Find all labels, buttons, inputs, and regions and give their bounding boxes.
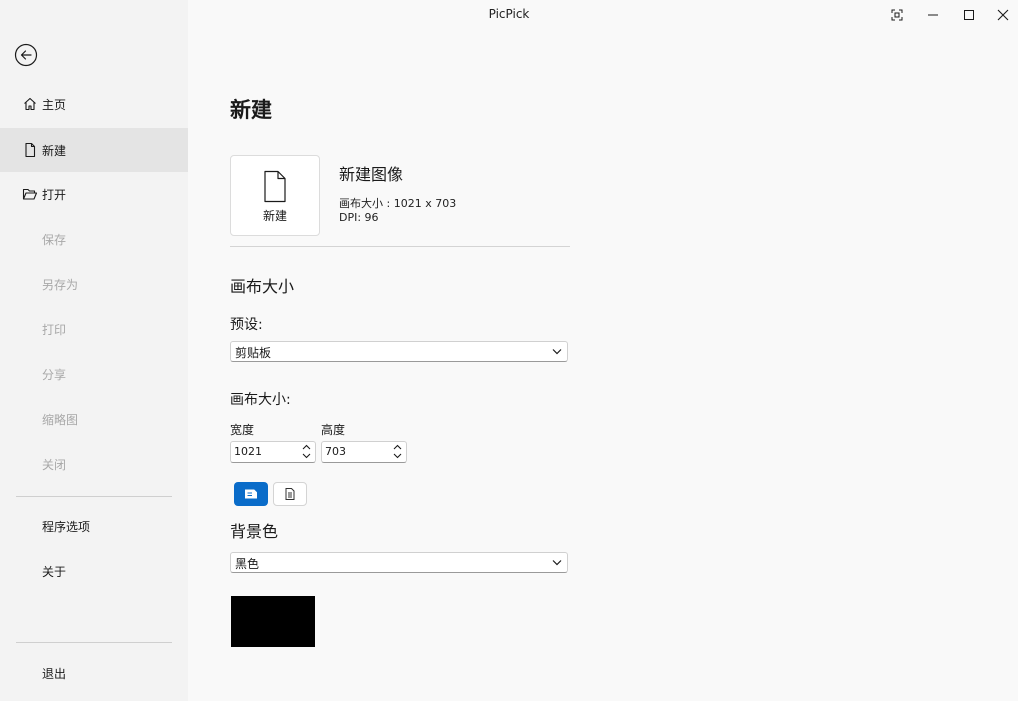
new-image-title: 新建图像 xyxy=(339,165,404,184)
maximize-icon xyxy=(964,10,974,20)
sidebar-item-label: 分享 xyxy=(42,367,67,382)
sidebar-item-exit[interactable]: 退出 xyxy=(0,651,188,695)
sidebar-item-label: 新建 xyxy=(42,143,67,158)
chevron-up-icon[interactable] xyxy=(393,444,402,450)
sidebar-item-label: 退出 xyxy=(42,666,67,681)
sidebar-item-label: 关闭 xyxy=(42,457,67,472)
close-button[interactable] xyxy=(987,0,1018,30)
chevron-down-icon[interactable] xyxy=(302,453,311,459)
height-label: 高度 xyxy=(321,423,346,437)
folder-open-icon xyxy=(22,188,38,200)
screen-capture-icon xyxy=(891,9,903,21)
chevron-down-icon xyxy=(552,349,562,355)
chevron-down-icon[interactable] xyxy=(393,453,402,459)
chevron-down-icon xyxy=(552,560,562,566)
back-button[interactable] xyxy=(14,43,38,67)
background-color-title: 背景色 xyxy=(230,522,279,541)
background-color-swatch xyxy=(231,596,315,647)
sidebar-item-label: 另存为 xyxy=(42,277,79,292)
preset-dropdown[interactable]: 剪贴板 xyxy=(230,341,568,362)
capture-button[interactable] xyxy=(879,0,915,30)
new-image-button[interactable]: 新建 xyxy=(230,155,320,236)
width-label: 宽度 xyxy=(230,423,255,437)
sidebar-item-open[interactable]: 打开 xyxy=(0,172,188,216)
sidebar-item-label: 打开 xyxy=(42,187,67,202)
sidebar-item-share: 分享 xyxy=(0,352,188,396)
chevron-up-icon[interactable] xyxy=(302,444,311,450)
sidebar-item-label: 主页 xyxy=(42,97,67,112)
portrait-orientation-button[interactable] xyxy=(273,482,307,506)
minimize-icon xyxy=(928,14,938,16)
portrait-page-icon xyxy=(285,488,295,500)
canvas-size-info: 画布大小 : 1021 x 703 xyxy=(339,197,457,210)
background-color-value: 黑色 xyxy=(235,557,260,571)
home-icon xyxy=(24,97,36,111)
sidebar-item-label: 缩略图 xyxy=(42,412,79,427)
canvas-size-label: 画布大小: xyxy=(230,392,291,408)
app-title: PicPick xyxy=(488,7,530,21)
new-file-icon xyxy=(25,142,36,158)
width-value: 1021 xyxy=(234,445,262,458)
sidebar-item-about[interactable]: 关于 xyxy=(0,549,188,593)
sidebar-item-label: 程序选项 xyxy=(42,519,91,534)
page-title: 新建 xyxy=(230,98,272,122)
sidebar-item-label: 关于 xyxy=(42,564,67,579)
sidebar-divider xyxy=(16,496,172,497)
background-color-dropdown[interactable]: 黑色 xyxy=(230,552,568,573)
close-icon xyxy=(997,9,1008,21)
width-stepper[interactable]: 1021 xyxy=(230,441,316,463)
height-stepper[interactable]: 703 xyxy=(321,441,407,463)
dpi-info: DPI: 96 xyxy=(339,211,379,224)
arrow-left-circle-icon xyxy=(14,43,38,67)
height-value: 703 xyxy=(325,445,346,458)
sidebar-divider xyxy=(16,642,172,643)
sidebar-item-close: 关闭 xyxy=(0,442,188,486)
sidebar-item-options[interactable]: 程序选项 xyxy=(0,504,188,548)
sidebar-item-save-as: 另存为 xyxy=(0,262,188,306)
landscape-page-icon xyxy=(245,489,257,499)
sidebar: 主页 新建 打开 保存 另存为 打印 分享 缩略图 关闭 程序选项 关于 退出 xyxy=(0,0,188,701)
preset-label: 预设: xyxy=(230,317,263,333)
sidebar-item-print: 打印 xyxy=(0,307,188,351)
canvas-size-section-title: 画布大小 xyxy=(230,277,295,296)
maximize-button[interactable] xyxy=(951,0,987,30)
section-divider xyxy=(230,246,570,247)
document-icon xyxy=(264,170,286,203)
preset-value: 剪贴板 xyxy=(235,346,272,360)
sidebar-item-label: 打印 xyxy=(42,322,67,337)
sidebar-item-label: 保存 xyxy=(42,232,67,247)
title-bar: PicPick xyxy=(0,0,1018,30)
sidebar-item-home[interactable]: 主页 xyxy=(0,82,188,126)
new-card-label: 新建 xyxy=(262,209,287,223)
minimize-button[interactable] xyxy=(915,0,951,30)
sidebar-item-thumbnails: 缩略图 xyxy=(0,397,188,441)
sidebar-item-new[interactable]: 新建 xyxy=(0,128,188,172)
main-content: 新建 新建 新建图像 画布大小 : 1021 x 703 DPI: 96 画布大… xyxy=(188,0,1018,701)
picpick-window: 主页 新建 打开 保存 另存为 打印 分享 缩略图 关闭 程序选项 关于 退出 … xyxy=(0,0,1018,701)
landscape-orientation-button[interactable] xyxy=(234,482,268,506)
sidebar-item-save: 保存 xyxy=(0,217,188,261)
